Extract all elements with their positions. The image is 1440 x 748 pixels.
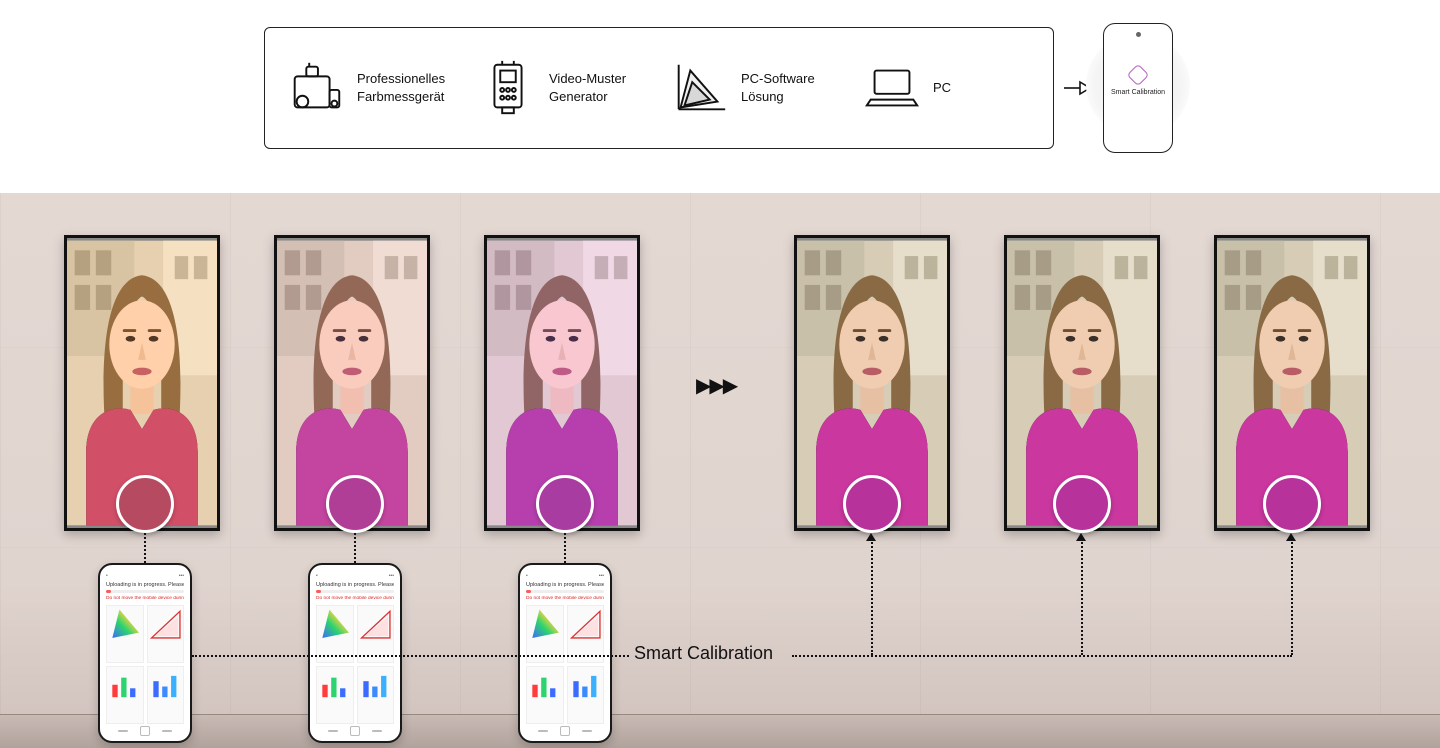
connector-line — [354, 533, 356, 563]
connector-line — [792, 655, 1292, 657]
connector-line — [564, 533, 566, 563]
tool-label: Professionelles Farbmessgerät — [357, 70, 445, 105]
laptop-icon — [861, 57, 923, 119]
color-swatch-before-3 — [536, 475, 594, 533]
tool-pc: PC — [861, 57, 1033, 119]
bar-chart-icon — [106, 666, 144, 724]
calibration-phone-3: •••• Uploading is in progress. Please wa… — [518, 563, 612, 743]
tool-pc-software: PC-Software Lösung — [669, 57, 841, 119]
smart-calibration-app-icon — [1127, 63, 1150, 86]
phone-warning-text: Do not move the mobile device during cal… — [316, 596, 394, 601]
phone-progress-bar — [316, 590, 394, 593]
color-swatch-after-3 — [1263, 475, 1321, 533]
arrowhead-up-icon — [1286, 533, 1296, 541]
tool-label: PC-Software Lösung — [741, 70, 815, 105]
phone-camera-icon — [1136, 32, 1141, 37]
phone-progress-bar — [106, 590, 184, 593]
colorimeter-icon — [285, 57, 347, 119]
legacy-tools-box: Professionelles Farbmessgerät Video-Must… — [264, 27, 1054, 149]
connector-line — [1081, 539, 1083, 655]
phone-warning-text: Do not move the mobile device during cal… — [526, 596, 604, 601]
phone-status-text: Uploading is in progress. Please wait. — [316, 582, 394, 588]
app-name-label: Smart Calibration — [1111, 89, 1165, 97]
tool-pattern-generator: Video-Muster Generator — [477, 57, 649, 119]
tool-label: PC — [933, 79, 951, 97]
gamut-triangle-icon — [147, 605, 185, 663]
arrowhead-up-icon — [866, 533, 876, 541]
arrowhead-up-icon — [1076, 533, 1086, 541]
color-swatch-before-2 — [326, 475, 384, 533]
connector-line — [144, 533, 146, 563]
connector-line — [871, 539, 873, 655]
calibration-before-after-scene: ▶▶▶ •••• Uploading is in progress. Pleas… — [0, 193, 1440, 748]
phone-warning-text: Do not move the mobile device during cal… — [106, 596, 184, 601]
pattern-generator-icon — [477, 57, 539, 119]
tool-colorimeter: Professionelles Farbmessgerät — [285, 57, 457, 119]
floor — [0, 714, 1440, 748]
calibration-phone-2: •••• Uploading is in progress. Please wa… — [308, 563, 402, 743]
color-swatch-before-1 — [116, 475, 174, 533]
smart-calibration-label: Smart Calibration — [634, 643, 773, 664]
phone-status-text: Uploading is in progress. Please wait. — [526, 582, 604, 588]
gamut-triangle-icon — [669, 57, 731, 119]
connector-line — [192, 655, 629, 657]
color-swatch-after-2 — [1053, 475, 1111, 533]
cie-gamut-icon — [106, 605, 144, 663]
phone-progress-bar — [526, 590, 604, 593]
bar-chart-icon — [147, 666, 185, 724]
process-arrow-icon: ▶▶▶ — [696, 373, 736, 398]
connector-line — [1291, 539, 1293, 655]
smart-calibration-app-phone: Smart Calibration — [1100, 23, 1176, 153]
phone-outline-icon: Smart Calibration — [1103, 23, 1173, 153]
legacy-tools-vs-app-row: Professionelles Farbmessgerät Video-Must… — [0, 0, 1440, 175]
tool-label: Video-Muster Generator — [549, 70, 626, 105]
color-swatch-after-1 — [843, 475, 901, 533]
calibration-phone-1: •••• Uploading is in progress. Please wa… — [98, 563, 192, 743]
phone-status-text: Uploading is in progress. Please wait. — [106, 582, 184, 588]
